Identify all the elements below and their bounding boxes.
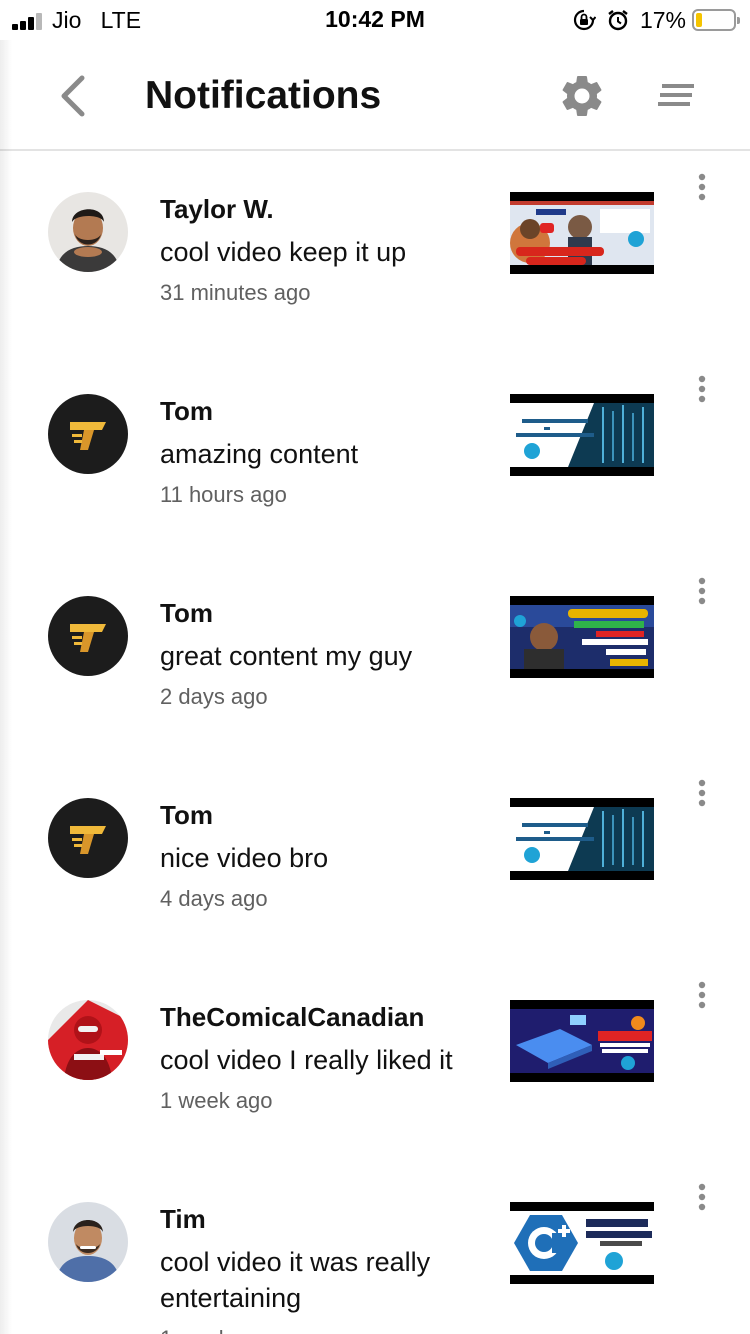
video-thumbnail[interactable] bbox=[510, 1202, 654, 1284]
more-vert-icon[interactable] bbox=[688, 1182, 716, 1212]
notification-message: cool video keep it up bbox=[160, 237, 407, 267]
notification-message: nice video bro bbox=[160, 843, 329, 873]
notification-message: great content my guy bbox=[160, 641, 413, 671]
video-thumbnail[interactable] bbox=[510, 798, 654, 880]
more-vert-icon[interactable] bbox=[688, 980, 716, 1010]
notification-item[interactable]: Tom amazing content 11 hours ago bbox=[0, 354, 750, 556]
notification-item[interactable]: TheComicalCanadian cool video I really l… bbox=[0, 960, 750, 1162]
notification-author: Tom bbox=[160, 800, 213, 830]
notification-author: Tom bbox=[160, 396, 213, 426]
battery-fill bbox=[696, 13, 702, 27]
notification-time: 1 week ago bbox=[160, 1088, 273, 1113]
notification-item[interactable]: Tom nice video bro 4 days ago bbox=[0, 758, 750, 960]
avatar[interactable] bbox=[48, 596, 128, 676]
more-vert-icon[interactable] bbox=[688, 576, 716, 606]
notification-item[interactable]: Taylor W. cool video keep it up 31 minut… bbox=[0, 152, 750, 354]
notification-time: 1 week ago bbox=[160, 1326, 273, 1334]
video-thumbnail[interactable] bbox=[510, 192, 654, 274]
notification-author: Tom bbox=[160, 598, 213, 628]
more-vert-icon[interactable] bbox=[688, 374, 716, 404]
notification-author: Taylor W. bbox=[160, 194, 274, 224]
avatar[interactable] bbox=[48, 192, 128, 272]
notification-item[interactable]: Tim cool video it was really entertainin… bbox=[0, 1162, 750, 1334]
notification-author: Tim bbox=[160, 1204, 206, 1234]
video-thumbnail[interactable] bbox=[510, 596, 654, 678]
status-right-group: 17% bbox=[572, 6, 740, 34]
status-bar: Jio LTE 10:42 PM 17% bbox=[0, 0, 750, 40]
rotation-lock-icon bbox=[573, 9, 596, 31]
notification-item[interactable]: Tom great content my guy 2 days ago bbox=[0, 556, 750, 758]
more-vert-icon[interactable] bbox=[688, 778, 716, 808]
notification-time: 31 minutes ago bbox=[160, 280, 311, 305]
avatar[interactable] bbox=[48, 1202, 128, 1282]
battery-percent: 17% bbox=[639, 6, 686, 33]
video-thumbnail[interactable] bbox=[510, 1000, 654, 1082]
avatar[interactable] bbox=[48, 798, 128, 878]
avatar[interactable] bbox=[48, 1000, 128, 1080]
battery-icon bbox=[692, 9, 740, 31]
page-title: Notifications bbox=[145, 74, 382, 117]
notification-time: 2 days ago bbox=[160, 684, 268, 709]
alarm-icon bbox=[608, 10, 628, 31]
gear-icon[interactable] bbox=[557, 71, 607, 121]
notification-message: amazing content bbox=[160, 439, 359, 469]
filter-icon[interactable] bbox=[652, 74, 700, 118]
notification-time: 11 hours ago bbox=[160, 482, 287, 507]
avatar[interactable] bbox=[48, 394, 128, 474]
back-icon[interactable] bbox=[48, 70, 98, 122]
notification-time: 4 days ago bbox=[160, 886, 268, 911]
app-header: Notifications bbox=[0, 40, 750, 151]
more-vert-icon[interactable] bbox=[688, 172, 716, 202]
notification-author: TheComicalCanadian bbox=[160, 1002, 425, 1032]
notification-message: cool video I really liked it bbox=[160, 1045, 453, 1075]
notification-message: cool video it was really entertaining bbox=[160, 1247, 431, 1313]
video-thumbnail[interactable] bbox=[510, 394, 654, 476]
